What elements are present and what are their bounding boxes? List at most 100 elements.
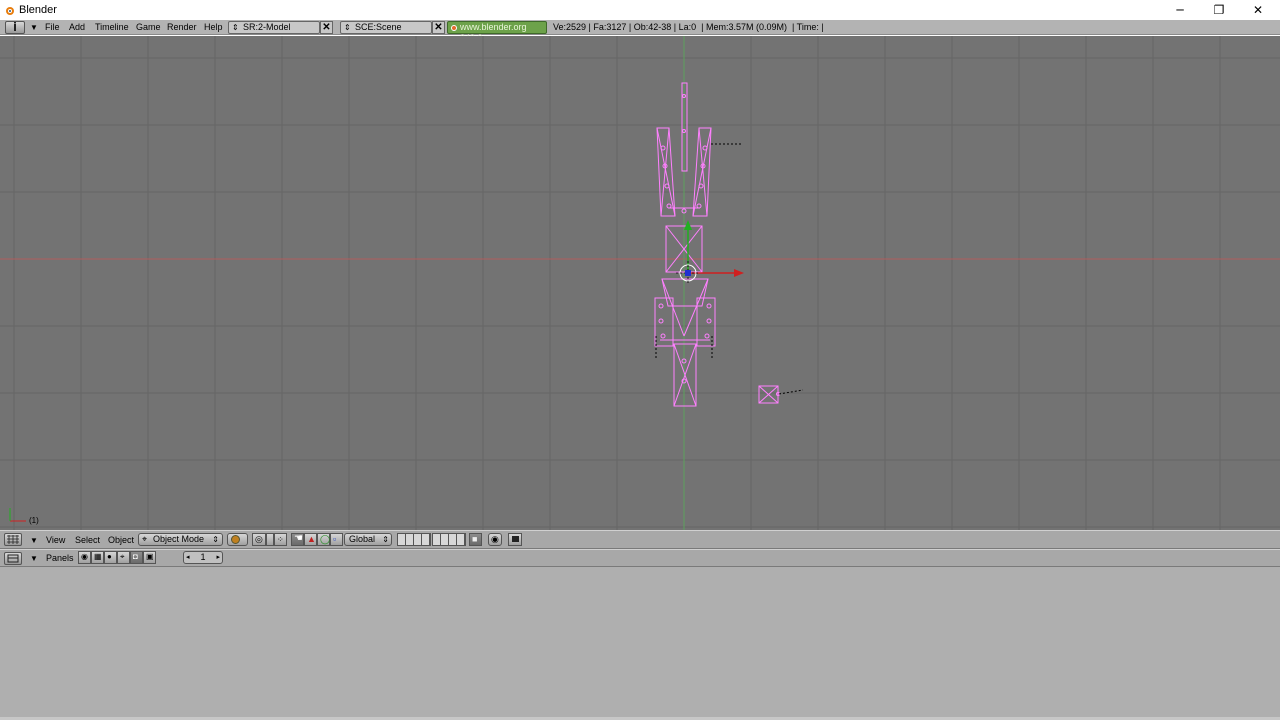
current-frame-label: (1) (29, 516, 39, 525)
scene-statistics: Ve:2529 | Fa:3127 | Ob:42-38 | La:0 | Me… (553, 22, 824, 32)
menu-view[interactable]: View (46, 535, 65, 546)
viewport-canvas[interactable] (0, 36, 1280, 530)
bone-joint (658, 318, 664, 324)
dots-icon: ⁘ (277, 535, 284, 544)
blender-logo-icon (451, 25, 457, 31)
decrement-arrow-icon[interactable]: ◂ (186, 552, 190, 563)
layer-toggle[interactable]: ⁘ (274, 533, 287, 546)
frame-number-value: 1 (200, 552, 206, 562)
bone-joint (666, 203, 672, 209)
scene-name: SCE:Scene (355, 22, 402, 32)
updown-arrow-icon: ⇕ (232, 23, 239, 32)
bone-joint (704, 333, 710, 339)
editor-type-chevron-icon[interactable]: ▼ (30, 535, 38, 546)
translate-icon: ▲ (307, 534, 316, 544)
armature-rig[interactable] (654, 82, 742, 407)
rotate-toggle[interactable]: ◯ (317, 533, 330, 546)
script-icon: ▦ (94, 552, 102, 561)
object-icon: ⌖ (120, 552, 125, 561)
menu-file[interactable]: File (45, 22, 60, 33)
translate-toggle[interactable]: ▲ (304, 533, 317, 546)
menu-select[interactable]: Select (75, 535, 100, 546)
render-preview-button[interactable]: ◉ (488, 533, 502, 546)
updown-arrow-icon: ⇕ (212, 535, 219, 544)
object-mode-label: Object Mode (153, 534, 205, 544)
logic-context-button[interactable]: ◉ (78, 551, 91, 564)
menu-timeline[interactable]: Timeline (95, 22, 129, 33)
maximize-button[interactable]: ❐ (1199, 0, 1239, 20)
bone-joint (706, 303, 712, 309)
editor-type-chevron-icon[interactable]: ▼ (30, 22, 38, 33)
info-header: ▼ File Add Timeline Game Render Help ⇕ S… (0, 20, 1280, 43)
pivot-arrow[interactable] (266, 533, 274, 546)
scene-context-button[interactable]: ▣ (143, 551, 156, 564)
shading-context-button[interactable]: ● (104, 551, 117, 564)
buttons-window-icon[interactable] (4, 552, 22, 565)
script-context-button[interactable]: ▦ (91, 551, 104, 564)
editing-context-button[interactable]: ◘ (130, 551, 143, 564)
3d-view-header: ▼ View Select Object ⌖ Object Mode ⇕ ◎ ⁘… (0, 530, 1280, 549)
blender-logo-icon (6, 7, 14, 15)
frame-number-field[interactable]: ◂ 1 ▸ (183, 551, 223, 564)
empty-box-object[interactable] (758, 385, 804, 404)
editor-type-chevron-icon[interactable]: ▼ (30, 553, 38, 564)
bone-line (683, 278, 709, 337)
blender-url-button[interactable]: www.blender.org 249.2 (447, 21, 547, 43)
layer-buttons-group-1[interactable] (397, 533, 431, 546)
lock-layers-button[interactable]: ■ (469, 533, 482, 546)
menu-object[interactable]: Object (108, 535, 134, 546)
draw-type-dropdown[interactable] (227, 533, 248, 546)
screen-selector[interactable]: ⇕ SR:2-Model (228, 21, 320, 34)
menu-add[interactable]: Add (69, 22, 85, 33)
bone-line (660, 127, 670, 217)
right-leg-bone (696, 297, 716, 347)
scale-toggle[interactable]: ▫ (330, 533, 343, 546)
rotate-icon: ◯ (320, 534, 331, 544)
scene-icon: ▣ (146, 552, 154, 561)
minimize-button[interactable]: ─ (1160, 0, 1200, 20)
delete-scene-button[interactable]: ✕ (432, 21, 445, 34)
left-leg-bone (654, 297, 674, 347)
layer-buttons-group-2[interactable] (432, 533, 466, 546)
hand-icon: ☚ (294, 533, 303, 544)
screen-name: SR:2-Model (243, 22, 291, 32)
increment-arrow-icon[interactable]: ▸ (216, 552, 220, 563)
render-icon: ◉ (491, 534, 499, 544)
info-icon[interactable] (5, 21, 25, 34)
updown-arrow-icon: ⇕ (382, 535, 389, 544)
mini-axis-icon (9, 508, 26, 522)
bone-joint (706, 318, 712, 324)
manipulator-center-icon[interactable] (685, 270, 691, 276)
orientation-dropdown[interactable]: Global ⇕ (344, 533, 392, 546)
bone-joint (660, 333, 666, 339)
manipulator-x-arrow-icon[interactable] (734, 269, 744, 277)
menu-help[interactable]: Help (204, 22, 223, 33)
buttons-window-header: ▼ Panels ◉ ▦ ● ⌖ ◘ ▣ ◂ 1 ▸ (0, 549, 1280, 567)
delete-screen-button[interactable]: ✕ (320, 21, 333, 34)
manipulator-y-arrow-icon[interactable] (684, 220, 692, 230)
logic-icon: ◉ (81, 552, 88, 561)
lock-icon: ■ (472, 534, 478, 544)
object-mode-dropdown[interactable]: ⌖ Object Mode ⇕ (138, 533, 223, 546)
object-context-button[interactable]: ⌖ (117, 551, 130, 564)
close-button[interactable]: ✕ (1238, 0, 1278, 20)
pivot-dropdown[interactable]: ◎ (252, 533, 266, 546)
view3d-grid-icon[interactable] (4, 533, 22, 546)
scene-selector[interactable]: ⇕ SCE:Scene (340, 21, 432, 34)
buttons-panel-area[interactable] (0, 567, 1280, 720)
editing-icon: ◘ (133, 552, 138, 561)
menu-render[interactable]: Render (167, 22, 197, 33)
3d-viewport[interactable]: (1) (0, 36, 1280, 530)
menu-game[interactable]: Game (136, 22, 161, 33)
hip-bone (661, 278, 709, 307)
window-title: Blender (19, 4, 57, 16)
shading-icon: ● (107, 552, 112, 561)
shading-icon (231, 535, 240, 544)
updown-arrow-icon: ⇕ (344, 23, 351, 32)
panels-menu[interactable]: Panels (46, 553, 74, 564)
manipulator-toggle[interactable]: ☚ (291, 533, 304, 546)
pivot-icon: ◎ (255, 534, 263, 544)
floor-grid (0, 36, 1280, 530)
opengl-render-button[interactable] (508, 533, 522, 546)
bone-line (698, 127, 708, 217)
